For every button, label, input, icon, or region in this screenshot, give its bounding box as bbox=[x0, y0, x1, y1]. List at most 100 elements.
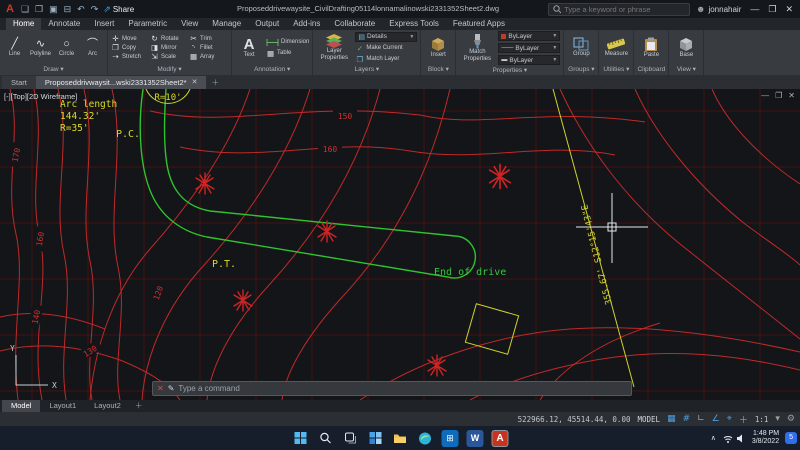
tab-view[interactable]: View bbox=[174, 18, 205, 30]
undo-icon[interactable]: ↶ bbox=[76, 4, 86, 15]
annotation-panel-label[interactable]: Annotation ▾ bbox=[232, 65, 312, 75]
object-color-dropdown[interactable]: ByLayer ▼ bbox=[498, 31, 561, 41]
tab-annotate[interactable]: Annotate bbox=[41, 18, 87, 30]
start-tab[interactable]: Start bbox=[2, 76, 36, 89]
layers-panel-label[interactable]: Layers ▾ bbox=[313, 65, 420, 75]
clipboard-panel-label[interactable]: Clipboard bbox=[634, 65, 668, 75]
close-button[interactable]: ✕ bbox=[785, 4, 793, 15]
tab-featured-apps[interactable]: Featured Apps bbox=[446, 18, 512, 30]
open-icon[interactable]: ❒ bbox=[34, 4, 44, 15]
scale-tool[interactable]: ⇲ Scale bbox=[150, 52, 189, 61]
close-tab-icon[interactable]: ✕ bbox=[192, 76, 198, 89]
block-panel-label[interactable]: Block ▾ bbox=[421, 65, 455, 75]
viewport-restore-icon[interactable]: ❐ bbox=[775, 91, 782, 100]
viewport-close-icon[interactable]: ✕ bbox=[788, 91, 795, 100]
autocad-app-menu[interactable]: A bbox=[4, 3, 16, 15]
fillet-tool[interactable]: ◝ Fillet bbox=[189, 43, 228, 52]
new-drawing-tab-button[interactable]: ＋ bbox=[206, 76, 224, 89]
command-line[interactable]: ✕ ✎ Type a command bbox=[152, 381, 632, 396]
line-tool[interactable]: ╱ Line bbox=[3, 38, 26, 57]
tab-parametric[interactable]: Parametric bbox=[121, 18, 174, 30]
pt-label[interactable]: P.T. bbox=[212, 259, 236, 270]
match-layer-button[interactable]: ❐ Match Layer bbox=[355, 55, 417, 64]
command-customize-icon[interactable]: ✎ bbox=[168, 384, 175, 393]
radius-label[interactable]: R=10' bbox=[154, 93, 181, 103]
new-icon[interactable]: ❏ bbox=[20, 4, 30, 15]
properties-panel-label[interactable]: Properties ▾ bbox=[456, 66, 563, 75]
text-tool[interactable]: A Text bbox=[235, 37, 263, 59]
redo-icon[interactable]: ↷ bbox=[90, 4, 100, 15]
clock[interactable]: 1:48 PM 3/8/2022 bbox=[752, 430, 779, 447]
move-tool[interactable]: ✛ Move bbox=[111, 34, 150, 43]
word-button[interactable]: W bbox=[466, 429, 484, 447]
draw-panel-label[interactable]: Draw ▾ bbox=[0, 65, 107, 75]
model-tab[interactable]: Model bbox=[2, 400, 41, 412]
task-view-button[interactable] bbox=[342, 430, 359, 447]
pc-label[interactable]: P.C. bbox=[116, 129, 140, 140]
search-input[interactable] bbox=[564, 4, 685, 14]
autocad-taskbar-button[interactable]: A bbox=[491, 429, 509, 447]
tab-insert[interactable]: Insert bbox=[87, 18, 121, 30]
utilities-panel-label[interactable]: Utilities ▾ bbox=[599, 65, 633, 75]
arc-length-note-line2[interactable]: 144.32' bbox=[60, 111, 100, 122]
drawing-tab[interactable]: Proposeddrivwaysit...wski2331352Sheet2* … bbox=[35, 76, 207, 89]
dimension-tool[interactable]: Dimension bbox=[266, 38, 309, 47]
polar-tracking-icon[interactable]: ∠ bbox=[712, 414, 720, 424]
measure-button[interactable]: Measure bbox=[602, 37, 630, 58]
model-space-toggle[interactable]: MODEL bbox=[637, 415, 660, 424]
modify-panel-label[interactable]: Modify ▾ bbox=[108, 65, 231, 75]
edge-browser-button[interactable] bbox=[417, 430, 434, 447]
view-panel-label[interactable]: View ▾ bbox=[669, 65, 703, 75]
account-button[interactable]: ☻ jonnahair bbox=[696, 4, 741, 14]
save-icon[interactable]: ▣ bbox=[48, 4, 59, 15]
tab-express-tools[interactable]: Express Tools bbox=[382, 18, 446, 30]
arc-length-note-line3[interactable]: R=35' bbox=[60, 123, 89, 134]
paste-button[interactable]: Paste bbox=[637, 37, 665, 59]
microsoft-store-button[interactable]: ⊞ bbox=[441, 429, 459, 447]
share-button[interactable]: ⇗ Share bbox=[103, 4, 134, 15]
grid-toggle-icon[interactable]: ▦ bbox=[667, 414, 676, 424]
linetype-dropdown[interactable]: —— ByLayer ▼ bbox=[498, 43, 561, 53]
new-layout-button[interactable]: ＋ bbox=[130, 400, 148, 412]
ortho-toggle-icon[interactable]: ∟ bbox=[697, 414, 705, 424]
network-volume-icons[interactable] bbox=[722, 433, 746, 444]
groups-panel-label[interactable]: Groups ▾ bbox=[564, 65, 598, 75]
tab-manage[interactable]: Manage bbox=[205, 18, 248, 30]
end-of-drive-label[interactable]: End of drive bbox=[434, 267, 506, 278]
minimize-button[interactable]: — bbox=[750, 4, 759, 15]
layout1-tab[interactable]: Layout1 bbox=[40, 400, 85, 412]
array-tool[interactable]: ▦ Array bbox=[189, 52, 228, 61]
plot-icon[interactable]: ⊟ bbox=[63, 4, 73, 15]
viewport-controls[interactable]: [-][Top][2D Wireframe] bbox=[4, 92, 77, 101]
circle-tool[interactable]: ○ Circle bbox=[55, 38, 78, 57]
tab-addins[interactable]: Add-ins bbox=[286, 18, 327, 30]
taskbar-search-button[interactable] bbox=[317, 430, 334, 447]
start-button[interactable] bbox=[292, 430, 309, 447]
tray-chevron-up-icon[interactable]: ∧ bbox=[711, 434, 716, 442]
model-space-viewport[interactable]: 150 160 170 160 140 120 130 355.67' S12°… bbox=[0, 89, 800, 400]
layer-properties-button[interactable]: Layer Properties bbox=[316, 34, 352, 61]
notification-badge[interactable]: 5 bbox=[785, 432, 797, 444]
lineweight-dropdown[interactable]: ▬ ByLayer ▼ bbox=[498, 55, 561, 65]
tab-collaborate[interactable]: Collaborate bbox=[327, 18, 382, 30]
match-properties-button[interactable]: Match Properties bbox=[459, 34, 495, 62]
group-button[interactable]: Group bbox=[567, 37, 595, 58]
object-snap-icon[interactable]: ⌖ bbox=[727, 414, 732, 424]
rotate-tool[interactable]: ↻ Rotate bbox=[150, 34, 189, 43]
layer-dropdown[interactable]: ▤ Details ▼ bbox=[355, 31, 418, 42]
table-tool[interactable]: ▦ Table bbox=[266, 49, 309, 58]
layout2-tab[interactable]: Layout2 bbox=[85, 400, 130, 412]
copy-tool[interactable]: ❐ Copy bbox=[111, 43, 150, 52]
insert-button[interactable]: Insert bbox=[424, 37, 452, 59]
help-search-box[interactable] bbox=[547, 2, 690, 16]
annotation-scale-value[interactable]: 1:1 bbox=[755, 415, 769, 424]
snap-toggle-icon[interactable]: # bbox=[683, 414, 691, 424]
file-explorer-button[interactable] bbox=[392, 430, 409, 447]
command-input[interactable]: Type a command bbox=[178, 384, 239, 393]
mirror-tool[interactable]: ◨ Mirror bbox=[150, 43, 189, 52]
bearing-label[interactable]: 355.67' S12°15'43"E bbox=[580, 203, 615, 305]
chevron-down-icon[interactable]: ▾ bbox=[775, 414, 780, 424]
restore-button[interactable]: ❐ bbox=[768, 4, 776, 15]
command-close-icon[interactable]: ✕ bbox=[157, 384, 164, 393]
polyline-tool[interactable]: ∿ Polyline bbox=[29, 38, 52, 57]
